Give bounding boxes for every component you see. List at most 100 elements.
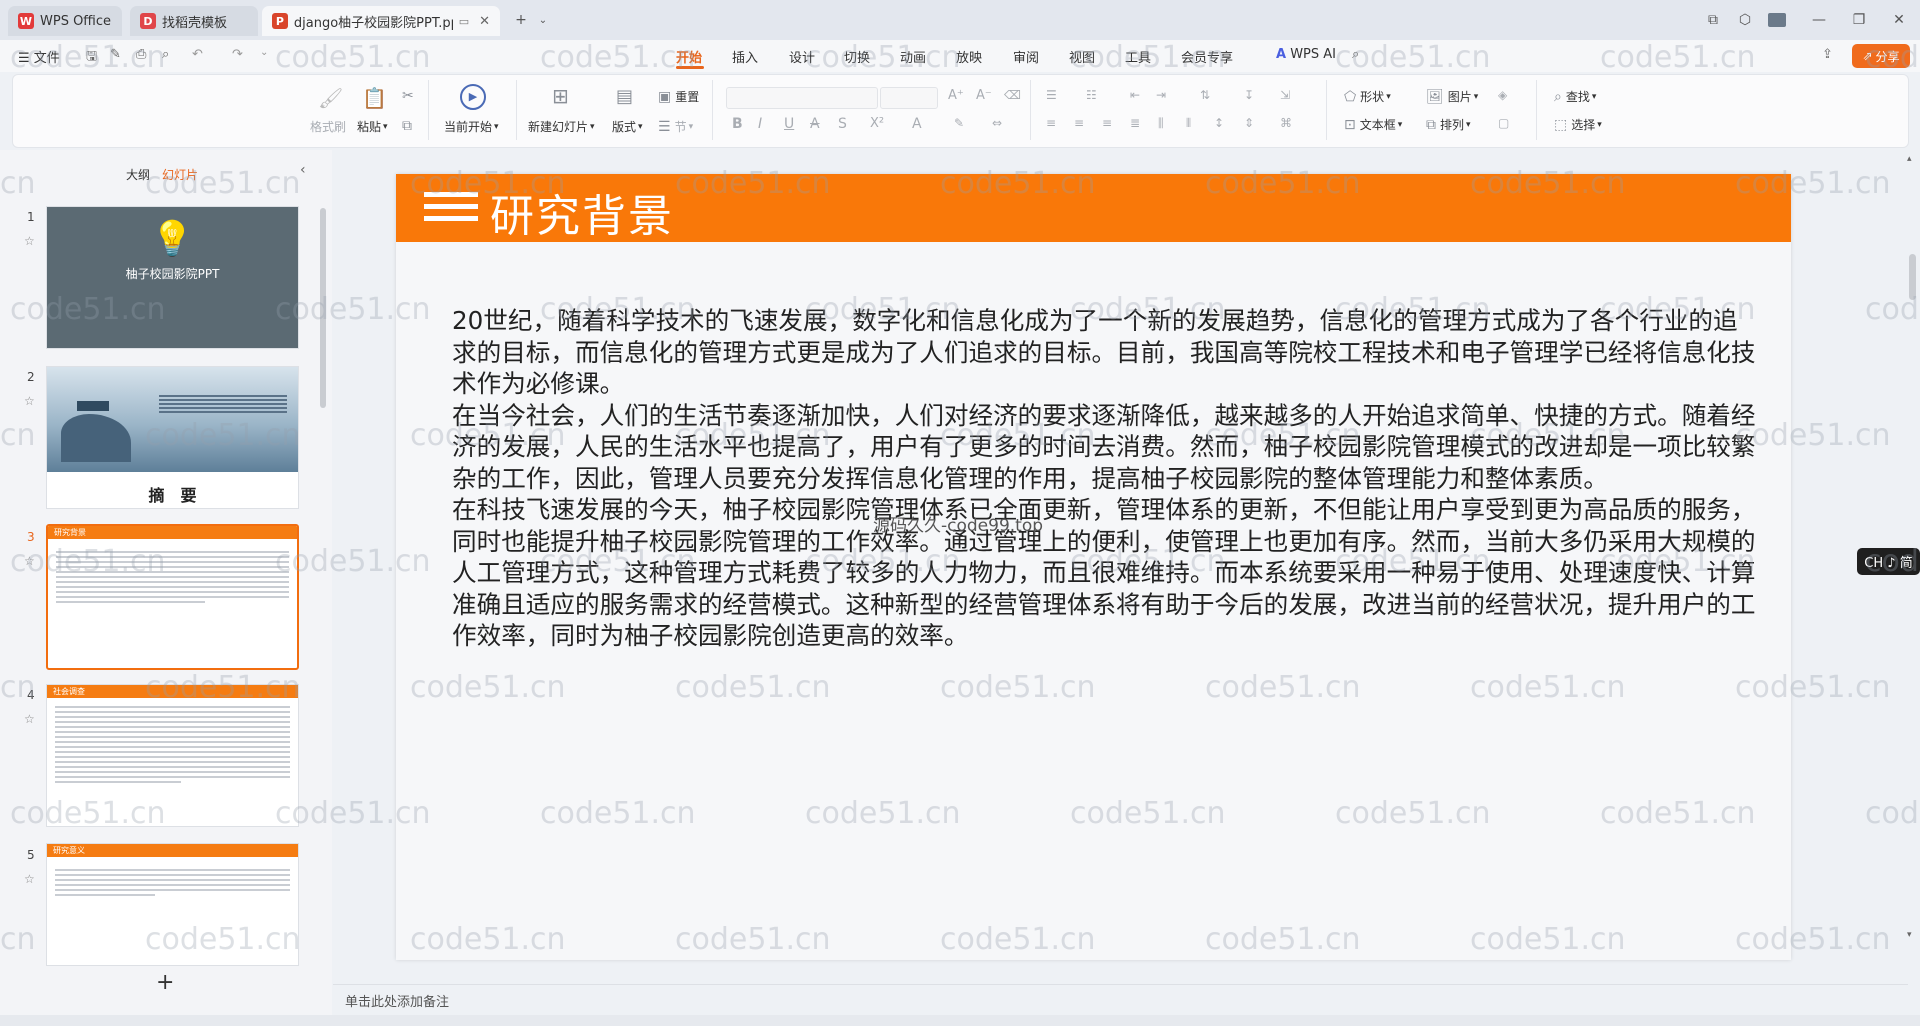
reset-button[interactable]: ▣ 重置 [658,88,699,105]
minimize-icon[interactable]: — [1806,8,1832,32]
italic-icon[interactable]: I [758,116,762,132]
paragraph-spacing-icon[interactable]: ⇕ [1244,116,1254,130]
redo-icon[interactable]: ↷ [232,47,243,62]
search-icon[interactable]: ⌕ [1352,47,1359,62]
decrease-indent-icon[interactable]: ⇤ [1130,88,1140,102]
wps-ai-button[interactable]: A WPS AI [1276,47,1336,62]
tab-list-chevron-icon[interactable]: ⌄ [530,8,556,32]
avatar[interactable] [1764,8,1790,32]
align-left-icon[interactable]: ≡ [1046,116,1056,130]
slide-thumbnail-5[interactable]: 研究意义 [46,843,299,966]
textbox-button[interactable]: ⊡ 文本框 ▾ [1344,116,1402,133]
close-window-icon[interactable]: ✕ [1886,8,1912,32]
scroll-down-icon[interactable]: ▾ [1907,930,1912,940]
menu-transition[interactable]: 切换 [844,47,870,66]
collapse-panel-icon[interactable]: ‹ [300,162,306,178]
cloud-upload-icon[interactable]: ⇪ [1822,47,1833,62]
strikethrough-icon[interactable]: A [810,116,820,132]
menu-member[interactable]: 会员专享 [1181,47,1233,66]
select-button[interactable]: ⬚ 选择 ▾ [1554,116,1602,133]
menu-slideshow[interactable]: 放映 [956,47,982,66]
new-slide-button[interactable]: 新建幻灯片 ▾ [528,118,595,135]
restore-icon[interactable]: ❐ [1846,8,1872,32]
menu-view[interactable]: 视图 [1069,47,1095,66]
shadow-icon[interactable]: S [838,116,847,132]
cut-icon[interactable]: ✂ [402,88,414,104]
copy-icon[interactable]: ⧉ [402,118,412,134]
star-icon[interactable]: ☆ [24,712,35,726]
menu-tools[interactable]: 工具 [1125,47,1151,66]
sort-icon[interactable]: ↧ [1244,88,1254,102]
close-tab-icon[interactable]: ✕ [479,14,490,29]
find-button[interactable]: ⌕ 查找 ▾ [1554,88,1596,105]
section-button[interactable]: ☰ 节 ▾ [658,118,693,135]
shape-button[interactable]: ⬠ 形状 ▾ [1344,88,1391,105]
save-icon[interactable]: 🖫 [86,47,97,69]
slide-thumbnail-3[interactable]: 研究背景 [46,524,299,670]
print-icon[interactable]: ⎙ [136,47,146,62]
file-menu[interactable]: ☰ 文件 [18,47,60,66]
menu-insert[interactable]: 插入 [732,47,758,66]
picture-button[interactable]: 🖼 图片 ▾ [1426,88,1478,105]
slide-thumbnail-1[interactable]: 💡 柚子校园影院PPT [46,206,299,349]
notes-placeholder[interactable]: 单击此处添加备注 [345,991,449,1010]
star-icon[interactable]: ☆ [24,394,35,408]
menu-start[interactable]: 开始 [676,47,702,66]
font-color-icon[interactable]: A [912,116,922,132]
char-spacing-icon[interactable]: ⇔ [992,116,1002,130]
share-button[interactable]: ⇗ 分享 [1852,44,1910,68]
slide-body-textbox[interactable]: 20世纪，随着科学技术的飞速发展，数字化和信息化成为了一个新的发展趋势，信息化的… [452,305,1762,652]
format-painter-button[interactable]: 格式刷 [310,118,346,135]
outline-icon[interactable]: ▢ [1498,116,1509,130]
smartart-icon[interactable]: ⌘ [1280,116,1292,130]
bullet-list-icon[interactable]: ☰ [1046,88,1057,102]
align-text-icon[interactable]: ⇲ [1280,88,1290,102]
bold-icon[interactable]: B [732,116,743,132]
justify-icon[interactable]: ≣ [1130,116,1140,130]
underline-icon[interactable]: U [784,116,794,132]
menu-animation[interactable]: 动画 [900,47,926,66]
ime-indicator[interactable]: CH ♪ 简 [1857,548,1920,575]
font-family-select[interactable] [726,87,878,109]
highlight-icon[interactable]: ✎ [954,116,964,130]
quick-access-chevron-icon[interactable]: ⌄ [260,47,268,58]
outline-tab[interactable]: 大纲 [126,166,150,183]
clear-format-icon[interactable]: ⌫ [1004,88,1021,102]
slide-title[interactable]: 研究背景 [490,180,674,244]
add-slide-button[interactable]: + [156,970,174,995]
arrange-button[interactable]: ⧉ 排列 ▾ [1426,116,1471,133]
star-icon[interactable]: ☆ [24,234,35,248]
thumbnail-scrollbar[interactable] [320,208,326,408]
paste-icon[interactable]: 📋 [362,86,387,110]
font-size-select[interactable] [880,87,938,109]
layout-button[interactable]: 版式 ▾ [612,118,643,135]
align-center-icon[interactable]: ≡ [1074,116,1084,130]
decrease-font-icon[interactable]: A⁻ [976,88,992,103]
tab-wps-office[interactable]: W WPS Office [8,6,122,36]
layout-icon[interactable]: ⧉ [1700,8,1726,32]
increase-indent-icon[interactable]: ⇥ [1156,88,1166,102]
menu-review[interactable]: 审阅 [1013,47,1039,66]
star-icon[interactable]: ☆ [24,554,35,568]
play-from-start-button[interactable]: 当前开始 ▾ [444,118,499,135]
columns-icon[interactable]: ⫴ [1186,116,1191,131]
tab-docer[interactable]: D 找稻壳模板 [130,6,258,36]
tab-ppt-file[interactable]: P django柚子校园影院PPT.pp ▭ ✕ [262,6,500,36]
slide-thumbnail-4[interactable]: 社会调查 [46,684,299,827]
distribute-icon[interactable]: ⫼ [1158,116,1164,131]
notes-pane[interactable] [333,984,1908,1015]
scroll-up-icon[interactable]: ▴ [1907,154,1912,164]
new-slide-icon[interactable]: ⊞ [552,84,569,108]
cube-icon[interactable]: ⬡ [1732,8,1758,32]
numbered-list-icon[interactable]: ☷ [1086,88,1097,102]
align-right-icon[interactable]: ≡ [1102,116,1112,130]
menu-design[interactable]: 设计 [789,47,815,66]
slide-thumbnail-2[interactable]: 摘 要 [46,366,299,509]
print-preview-icon[interactable]: ⌕ [162,47,169,62]
play-from-start-icon[interactable]: ▶ [460,84,486,110]
superscript-icon[interactable]: X² [870,116,884,131]
slides-tab[interactable]: 幻灯片 [162,166,198,183]
undo-icon[interactable]: ↶ [192,47,203,62]
increase-font-icon[interactable]: A⁺ [948,88,964,103]
layout-button-icon[interactable]: ▤ [616,86,633,107]
